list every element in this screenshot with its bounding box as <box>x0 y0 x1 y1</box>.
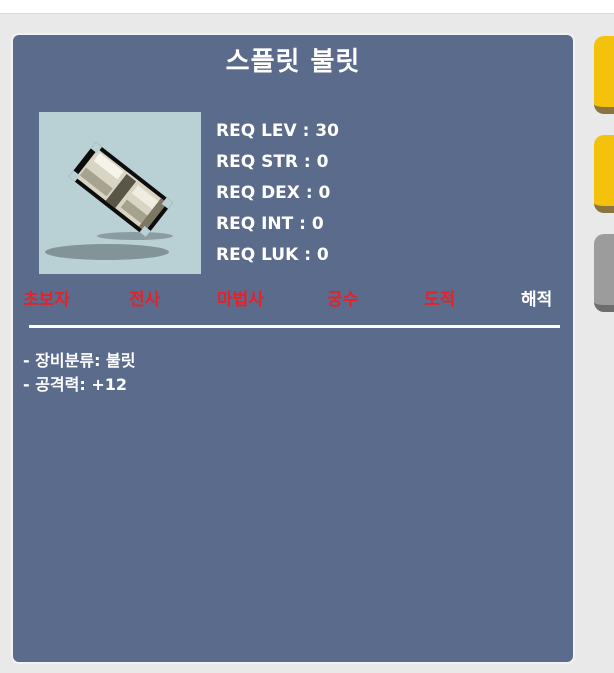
side-tab-2[interactable] <box>594 135 614 213</box>
stat-equipment-type: - 장비분류: 불릿 <box>23 351 136 370</box>
job-thief: 도적 <box>424 290 456 310</box>
job-warrior: 전사 <box>129 290 161 310</box>
req-int: REQ INT : 0 <box>216 214 324 234</box>
bullet-icon <box>39 112 201 274</box>
item-name: 스플릿 불릿 <box>225 47 361 77</box>
item-stats: - 장비분류: 불릿 - 공격력: +12 <box>23 349 136 397</box>
job-magician: 마법사 <box>217 290 264 310</box>
req-str: REQ STR : 0 <box>216 152 329 172</box>
side-tab-3[interactable] <box>594 234 614 312</box>
side-tab-1[interactable] <box>594 36 614 114</box>
job-beginner: 초보자 <box>23 290 70 310</box>
stat-attack: - 공격력: +12 <box>23 375 128 394</box>
job-pirate: 해적 <box>521 290 553 310</box>
divider <box>29 325 560 328</box>
req-dex: REQ DEX : 0 <box>216 183 331 203</box>
item-tooltip-card: 스플릿 불릿 REQ LEV : 30 REQ STR: 0 REQ DEX … <box>11 33 575 664</box>
req-level: REQ LEV : 30 <box>216 121 339 141</box>
requirements-list: REQ LEV : 30 REQ STR : 0 REQ DEX : 0 REQ… <box>216 116 339 271</box>
job-archer: 궁수 <box>327 290 359 310</box>
req-luk: REQ LUK : 0 <box>216 245 329 265</box>
top-bar <box>0 0 614 14</box>
job-list: 초보자 전사 마법사 궁수 도적 해적 <box>13 285 573 315</box>
